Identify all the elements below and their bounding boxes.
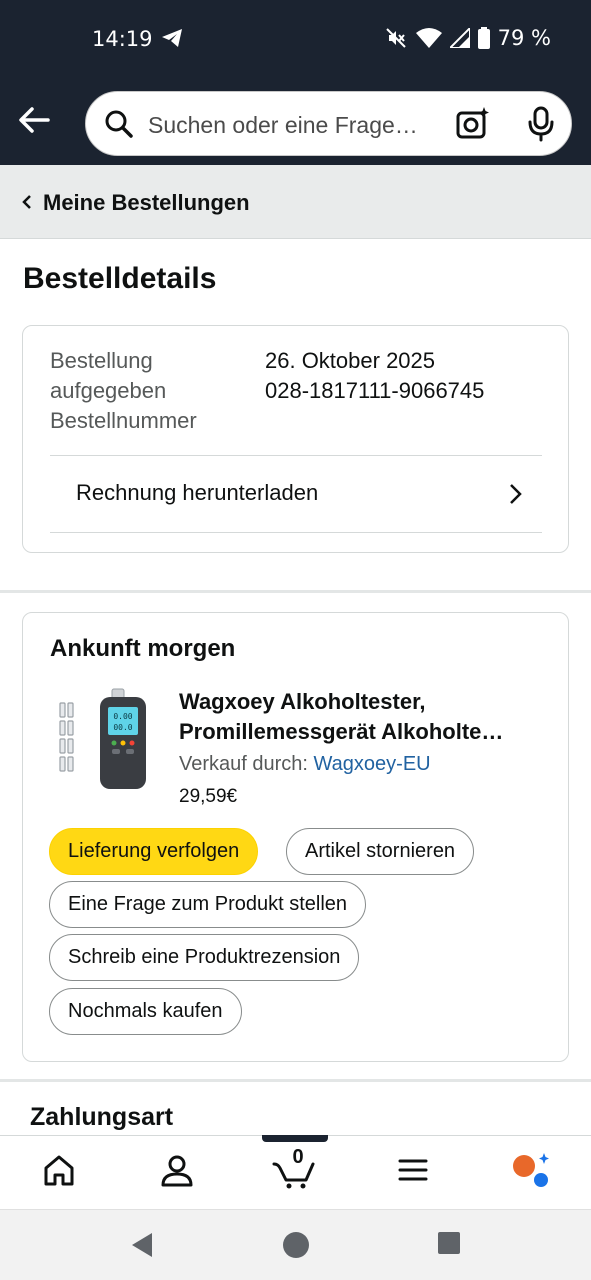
svg-text:00.0: 00.0 (113, 723, 132, 732)
microphone-icon[interactable] (524, 106, 558, 142)
chevron-right-icon (510, 484, 522, 504)
account-icon[interactable] (157, 1150, 197, 1190)
section-divider (0, 590, 591, 593)
telegram-icon (162, 29, 182, 47)
order-number-label: Bestellnummer (50, 408, 197, 433)
shipment-card: Ankunft morgen 0.00 00.0 Wagxoey Alkohol… (22, 612, 569, 1062)
svg-text:0.00: 0.00 (113, 712, 132, 721)
product-title-line-1: Wagxoey Alkoholtester, (179, 689, 426, 714)
active-tab-indicator (262, 1135, 328, 1142)
product-title[interactable]: Wagxoey Alkoholtester, Promillemessgerät… (179, 687, 549, 747)
divider (50, 532, 542, 533)
bottom-navigation: 0 (0, 1135, 591, 1209)
order-details-card: Bestellung aufgegeben Bestellnummer 26. … (22, 325, 569, 553)
breadcrumb-label[interactable]: Meine Bestellungen (43, 190, 250, 216)
mute-icon (385, 28, 406, 48)
cart-count: 0 (292, 1146, 304, 1168)
order-placed-label-2: aufgegeben (50, 378, 167, 403)
breadcrumb[interactable]: Meine Bestellungen (0, 165, 591, 239)
system-home-icon[interactable] (282, 1231, 310, 1259)
track-delivery-button[interactable]: Lieferung verfolgen (49, 828, 259, 875)
download-invoice-label: Rechnung herunterladen (76, 480, 319, 505)
back-arrow-icon[interactable] (14, 100, 54, 140)
app-header: Suchen oder eine Frage… (0, 80, 591, 165)
battery-icon (477, 27, 490, 49)
camera-sparkle-icon[interactable] (456, 106, 490, 140)
payment-heading: Zahlungsart (30, 1103, 174, 1131)
product-image[interactable]: 0.00 00.0 (54, 685, 164, 795)
order-labels: Bestellung aufgegeben Bestellnummer (50, 346, 250, 436)
system-navigation-bar (0, 1209, 591, 1280)
buy-again-button[interactable]: Nochmals kaufen (49, 988, 242, 1035)
status-icons: 79 % (384, 26, 551, 50)
section-divider (0, 1079, 591, 1082)
wifi-icon (415, 28, 442, 48)
signal-icon (449, 28, 470, 48)
home-icon[interactable] (39, 1150, 79, 1190)
status-time: 14:19 (92, 27, 153, 51)
menu-icon[interactable] (393, 1150, 433, 1190)
order-date: 26. Oktober 2025 (265, 348, 436, 373)
download-invoice-row[interactable]: Rechnung herunterladen (50, 456, 542, 532)
search-input[interactable]: Suchen oder eine Frage… (148, 112, 438, 139)
search-bar[interactable]: Suchen oder eine Frage… (85, 91, 572, 156)
write-review-button[interactable]: Schreib eine Produktrezension (49, 934, 360, 981)
system-recents-icon[interactable] (437, 1231, 461, 1255)
shipment-heading: Ankunft morgen (50, 635, 236, 662)
seller-info: Verkauf durch: Wagxoey-EU (179, 753, 431, 776)
page-title: Bestelldetails (23, 262, 217, 295)
rufus-icon[interactable] (510, 1150, 550, 1190)
search-icon (105, 110, 133, 138)
sold-by-label: Verkauf durch: (179, 753, 308, 775)
battery-percent: 79 % (497, 26, 551, 50)
status-bar: 14:19 79 % (0, 0, 591, 80)
order-number: 028-1817111-9066745 (265, 378, 485, 403)
product-price: 29,59€ (179, 786, 238, 807)
cancel-item-button[interactable]: Artikel stornieren (286, 828, 475, 875)
order-values: 26. Oktober 2025 028-1817111-9066745 (265, 346, 484, 406)
order-placed-label-1: Bestellung (50, 348, 153, 373)
system-back-icon[interactable] (130, 1231, 154, 1259)
seller-link[interactable]: Wagxoey-EU (314, 753, 431, 775)
chevron-left-icon (22, 195, 31, 209)
product-title-line-2: Promillemessgerät Alkoholte… (179, 719, 504, 744)
ask-question-button[interactable]: Eine Frage zum Produkt stellen (49, 881, 367, 928)
